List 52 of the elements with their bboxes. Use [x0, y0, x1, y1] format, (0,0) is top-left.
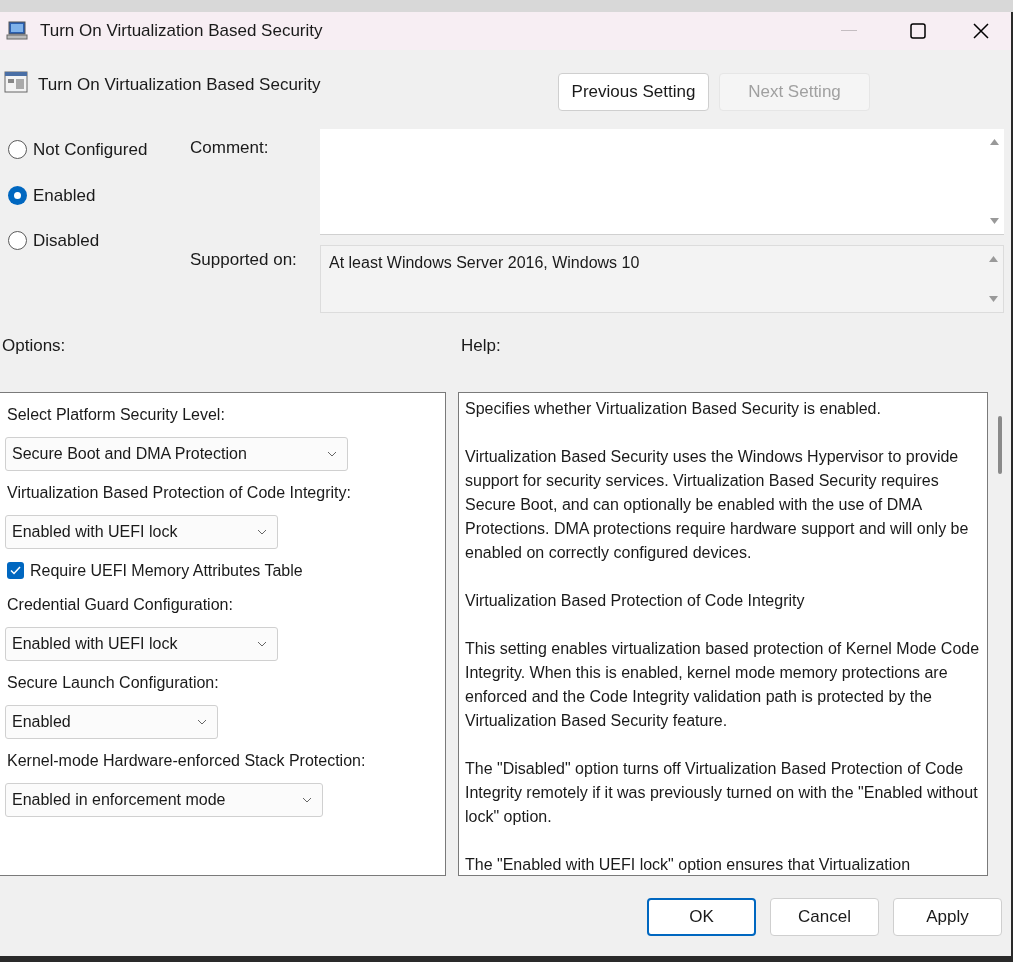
close-icon	[973, 23, 989, 39]
dialog-button[interactable]: Apply	[893, 897, 1002, 936]
checkmark-icon	[10, 566, 21, 575]
scrollbar[interactable]	[998, 415, 1002, 474]
maximize-icon	[910, 23, 926, 39]
help-paragraph: This setting enables virtualization based protection of Kernel Mode Code Integrity. When this is enabled, kernel mode memory protections are enforced and the Code Integrity validation path is protected by the Virtualization Based Security feature.	[465, 638, 981, 731]
radio-label: Enabled	[33, 184, 96, 207]
checkbox-label: Require UEFI Memory Attributes Table	[30, 560, 303, 581]
window-title: Turn On Virtualization Based Security	[40, 20, 323, 43]
help-paragraph: The "Disabled" option turns off Virtualization Based Protection of Code Integrity remotely if it was previously turned on with the "Enabled without lock" option.	[465, 758, 979, 827]
option-label: Credential Guard Configuration:	[6, 594, 234, 615]
chevron-down-icon	[257, 640, 267, 647]
option-label: Virtualization Based Protection of Code Integrity:	[6, 482, 352, 503]
computer-icon	[6, 20, 30, 42]
radio-button[interactable]	[8, 140, 27, 160]
help-paragraph: Virtualization Based Protection of Code Integrity	[465, 590, 806, 611]
help-paragraph: Specifies whether Virtualization Based Security is enabled.	[465, 398, 882, 419]
dialog-button[interactable]: Cancel	[770, 897, 879, 936]
setting-title: Turn On Virtualization Based Security	[38, 74, 321, 96]
comment-label: Comment:	[190, 137, 270, 159]
option-label: Select Platform Security Level:	[6, 404, 226, 425]
dropdown[interactable]: Enabled in enforcement mode	[5, 782, 323, 817]
dropdown[interactable]: Enabled with UEFI lock	[5, 514, 278, 549]
option-label: Secure Launch Configuration:	[6, 672, 220, 693]
chevron-down-icon	[327, 450, 337, 457]
scroll-down-icon[interactable]	[988, 296, 998, 302]
option-label: Kernel-mode Hardware-enforced Stack Protection:	[6, 750, 367, 771]
dialog-button[interactable]: OK	[647, 897, 756, 936]
radio-button[interactable]	[8, 185, 27, 205]
scroll-down-icon[interactable]	[989, 218, 999, 224]
dropdown[interactable]: Enabled with UEFI lock	[5, 626, 278, 661]
help-paragraph: The "Enabled with UEFI lock" option ensures that Virtualization	[465, 854, 912, 875]
radio-button[interactable]	[8, 231, 27, 251]
nav-button[interactable]: Previous Setting	[558, 73, 709, 111]
policy-icon	[4, 70, 28, 94]
help-label: Help:	[461, 335, 501, 357]
dropdown[interactable]: Enabled	[5, 704, 218, 739]
chevron-down-icon	[257, 528, 267, 535]
help-paragraph: Virtualization Based Security uses the Windows Hypervisor to provide support for security services. Virtualization Based Security requires Secure Boot, and can optionally be enabled with the use of DMA Protections. DMA protections require hardware support and will only be enabled on correctly configured devices.	[465, 446, 970, 563]
scroll-up-icon[interactable]	[988, 256, 998, 262]
checkbox[interactable]	[7, 562, 24, 579]
minimize-icon	[841, 30, 857, 32]
supported-on-label: Supported on:	[190, 249, 298, 271]
radio-label: Disabled	[33, 230, 100, 252]
options-label: Options:	[1, 335, 67, 357]
supported-on-value: At least Windows Server 2016, Windows 10	[329, 253, 640, 273]
dropdown[interactable]: Secure Boot and DMA Protection	[5, 436, 348, 471]
scroll-up-icon[interactable]	[989, 139, 999, 145]
chevron-down-icon	[197, 718, 207, 725]
comment-field[interactable]	[320, 129, 1004, 235]
radio-label: Not Configured	[33, 139, 148, 161]
chevron-down-icon	[302, 796, 312, 803]
